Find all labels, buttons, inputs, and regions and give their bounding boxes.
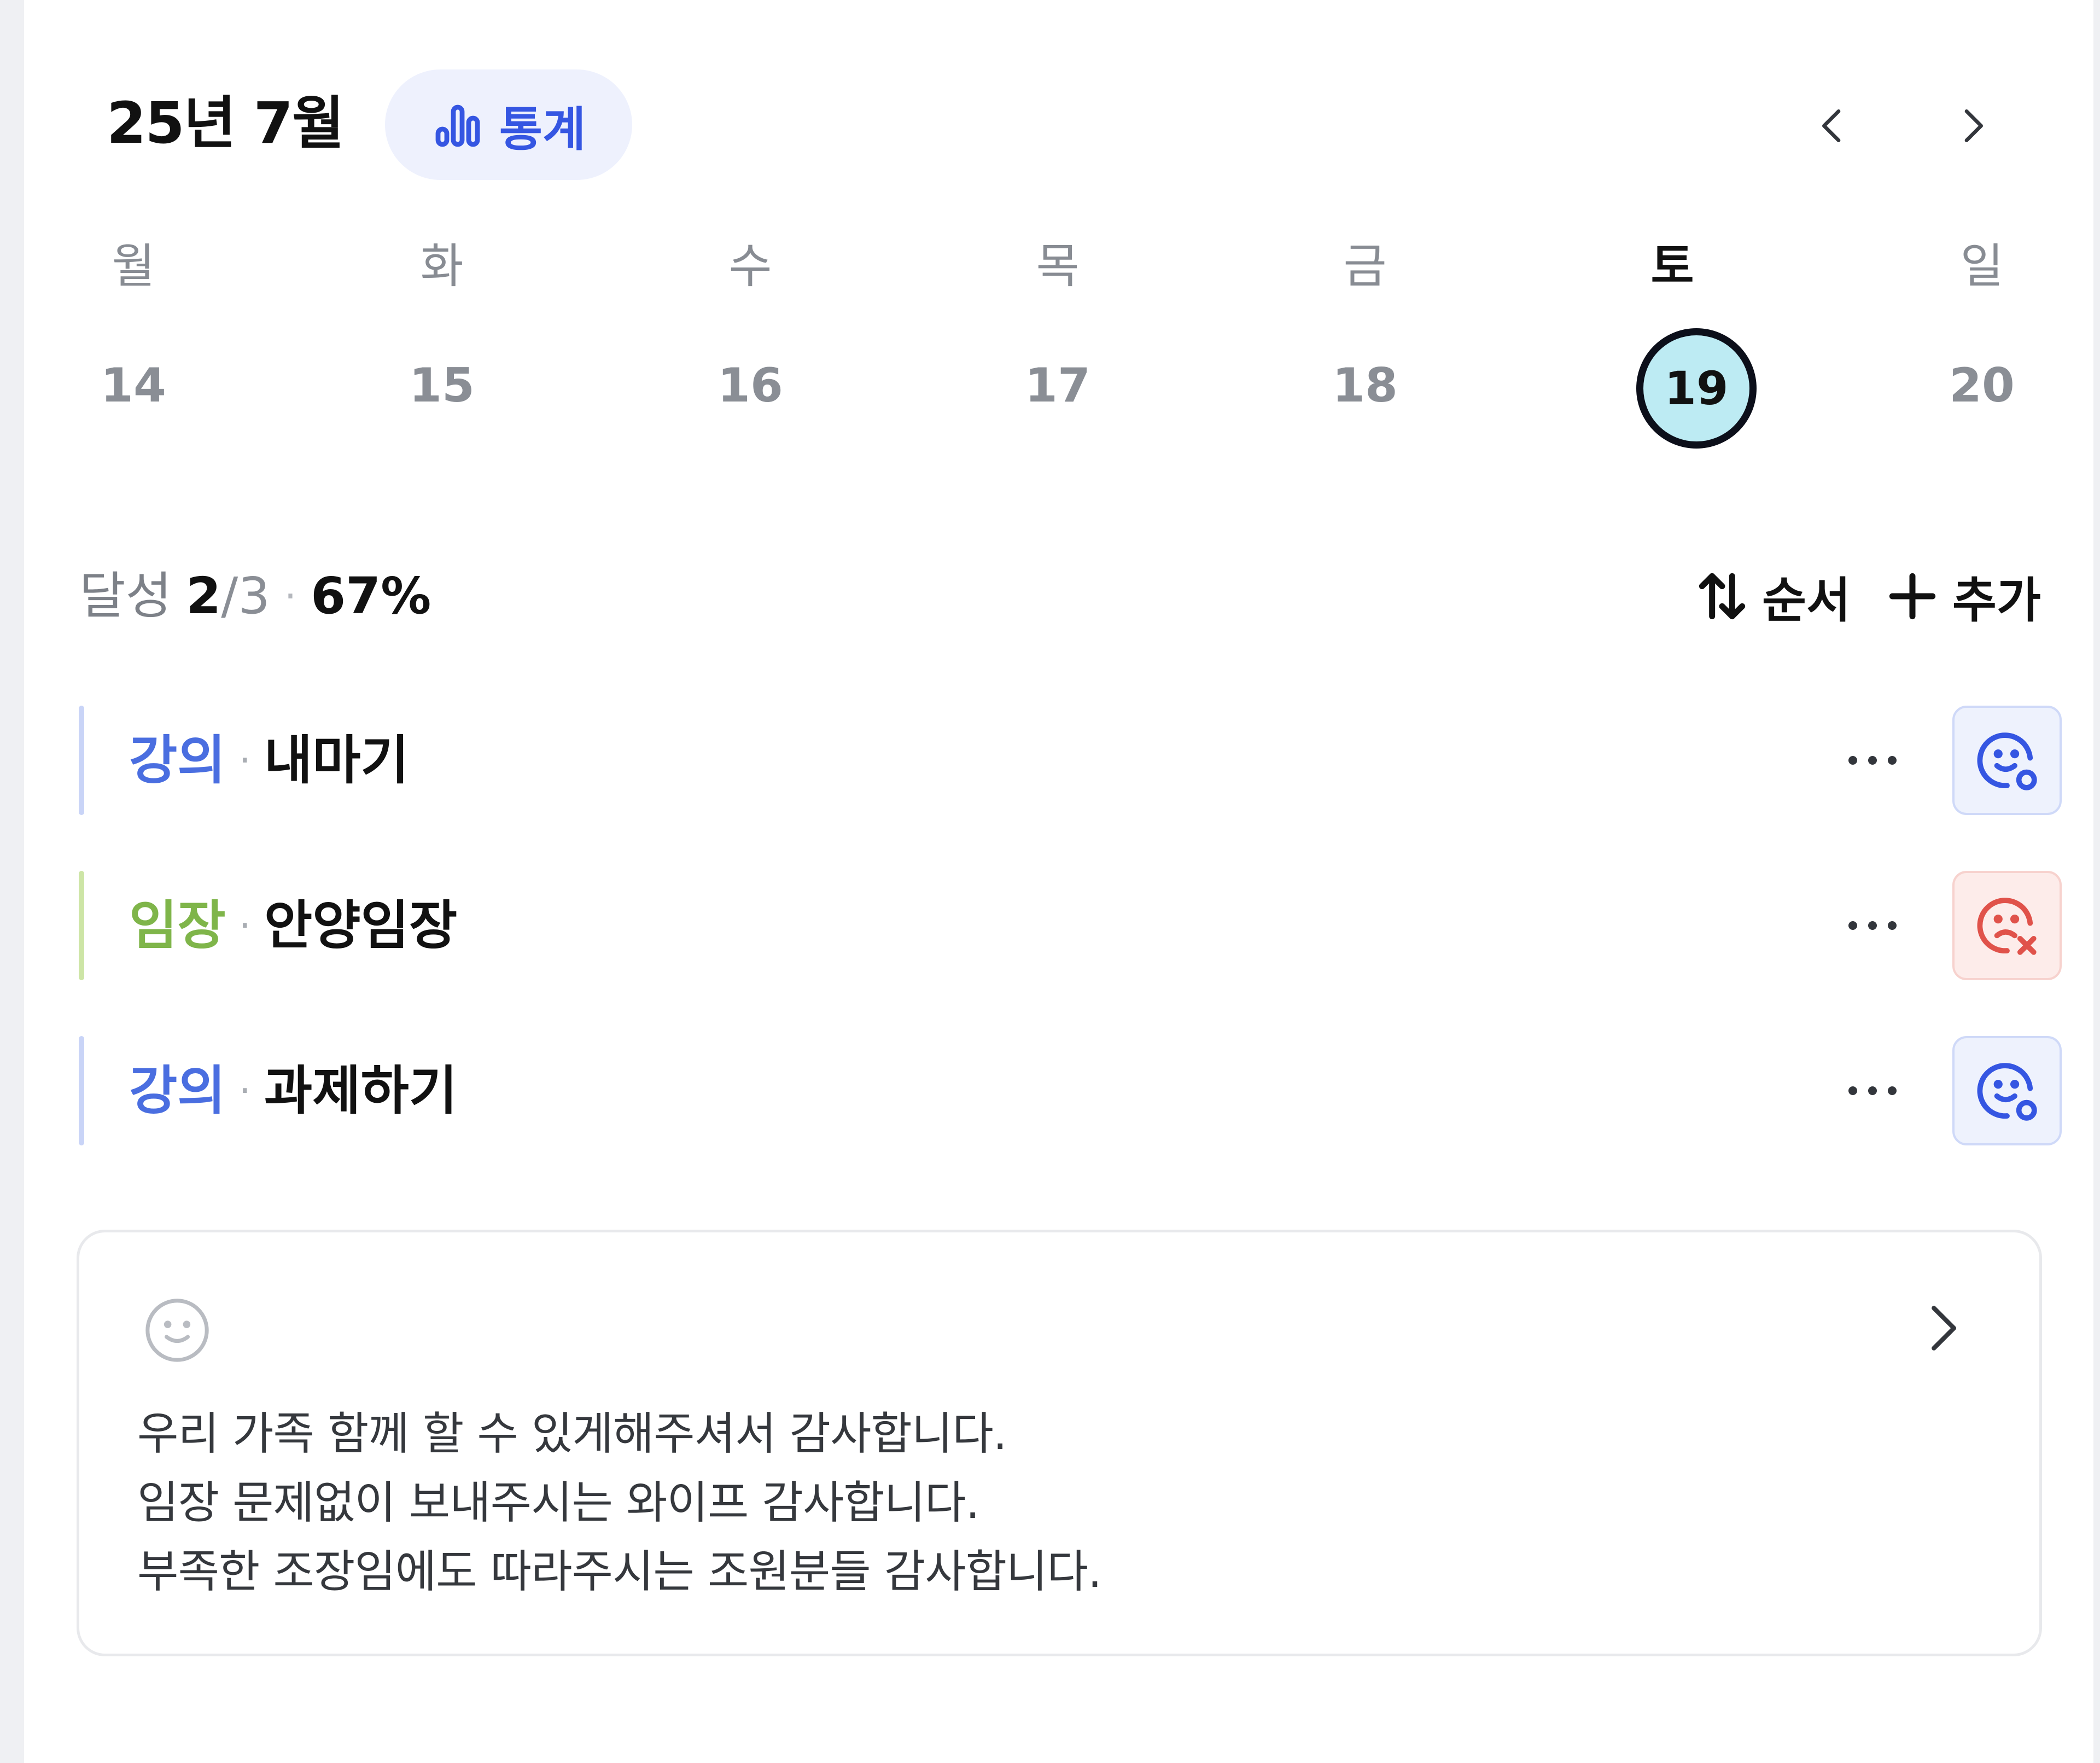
task-text: 임장 · 안양임장 (129, 893, 457, 958)
weekday-tue: 화 (420, 239, 464, 294)
day-20[interactable]: 20 (1916, 356, 2048, 416)
more-dots-icon (1848, 921, 1857, 930)
weekday-sat: 토 (1650, 239, 1694, 294)
stats-label: 통계 (499, 102, 586, 157)
smile-check-icon (1977, 1063, 2037, 1121)
chevron-right-icon (1932, 1306, 1957, 1351)
day-14[interactable]: 14 (68, 356, 199, 416)
sort-label: 순서 (1762, 572, 1851, 629)
task-separator: · (238, 1068, 251, 1113)
task-color-bar (79, 706, 84, 815)
task-color-bar (79, 1036, 84, 1145)
day-15[interactable]: 15 (376, 356, 508, 416)
task-item[interactable]: 강의 · 내마기 (79, 706, 2069, 815)
task-separator: · (238, 903, 251, 948)
more-dots-icon (1888, 756, 1897, 765)
day-19-selected[interactable]: 19 (1636, 328, 1757, 449)
task-title: 내마기 (264, 730, 409, 791)
task-separator: · (238, 738, 251, 783)
note-line: 부족한 조장임에도 따라주시는 조원분들 감사합니다. (137, 1546, 1102, 1598)
more-options-button[interactable] (1834, 893, 1911, 958)
prev-week-button[interactable] (1800, 93, 1866, 159)
weekday-thu: 목 (1036, 239, 1080, 294)
status-success-button[interactable] (1952, 706, 2062, 815)
achievement-percent: 67% (311, 567, 431, 625)
more-dots-icon (1868, 756, 1877, 765)
weekday-mon: 월 (112, 239, 155, 294)
status-success-button[interactable] (1952, 1036, 2062, 1145)
day-17[interactable]: 17 (992, 356, 1123, 416)
day-18[interactable]: 18 (1299, 356, 1431, 416)
smile-check-icon (1977, 732, 2037, 790)
note-text: 우리 가족 함께 할 수 있게해주셔서 감사합니다. 임장 문제없이 보내주시는… (137, 1400, 1102, 1607)
more-options-button[interactable] (1834, 1058, 1911, 1124)
task-category: 강의 (129, 730, 226, 791)
frown-x-icon (1977, 898, 2037, 955)
daily-panel: 25년 7월 통계 월 화 수 목 금 토 일 14 15 16 17 18 1… (24, 0, 2093, 1763)
weekday-wed: 수 (728, 239, 772, 294)
status-failed-button[interactable] (1952, 871, 2062, 980)
task-text: 강의 · 내마기 (129, 728, 409, 793)
bar-chart-icon (435, 104, 480, 147)
achievement-summary: 달성 2/3 · 67% (79, 563, 431, 629)
task-item[interactable]: 임장 · 안양임장 (79, 871, 2069, 980)
sort-arrows-icon (1699, 573, 1746, 620)
achievement-total: /3 (221, 567, 270, 625)
weekday-sun: 일 (1960, 239, 2004, 294)
more-dots-icon (1868, 921, 1877, 930)
gratitude-note-card[interactable]: 우리 가족 함께 할 수 있게해주셔서 감사합니다. 임장 문제없이 보내주시는… (77, 1230, 2042, 1656)
task-text: 강의 · 과제하기 (129, 1058, 457, 1124)
chevron-right-icon (1964, 109, 1983, 142)
more-dots-icon (1868, 1086, 1877, 1095)
smiley-icon (145, 1299, 209, 1362)
chevron-left-icon (1822, 109, 1841, 142)
task-title: 안양임장 (264, 895, 458, 956)
more-dots-icon (1848, 756, 1857, 765)
achievement-ratio: 2/3 (186, 563, 270, 629)
add-label: 추가 (1952, 572, 2041, 629)
achievement-label: 달성 (79, 567, 172, 625)
more-dots-icon (1848, 1086, 1857, 1095)
more-dots-icon (1888, 1086, 1897, 1095)
more-dots-icon (1888, 921, 1897, 930)
summary-separator: · (284, 574, 297, 619)
stats-button[interactable]: 통계 (385, 69, 632, 180)
note-line: 임장 문제없이 보내주시는 와이프 감사합니다. (137, 1477, 980, 1529)
task-item[interactable]: 강의 · 과제하기 (79, 1036, 2069, 1145)
next-week-button[interactable] (1939, 93, 2005, 159)
task-title: 과제하기 (264, 1060, 458, 1121)
more-options-button[interactable] (1834, 728, 1911, 793)
task-category: 강의 (129, 1060, 226, 1121)
task-category: 임장 (129, 895, 226, 956)
month-title: 25년 7월 (107, 90, 345, 156)
add-button[interactable]: 추가 (1882, 563, 2041, 629)
sort-button[interactable]: 순서 (1692, 563, 1851, 629)
day-16[interactable]: 16 (685, 356, 816, 416)
plus-icon (1889, 573, 1936, 620)
note-line: 우리 가족 함께 할 수 있게해주셔서 감사합니다. (137, 1408, 1007, 1460)
task-color-bar (79, 871, 84, 980)
achievement-done: 2 (186, 567, 221, 625)
weekday-fri: 금 (1343, 239, 1387, 294)
